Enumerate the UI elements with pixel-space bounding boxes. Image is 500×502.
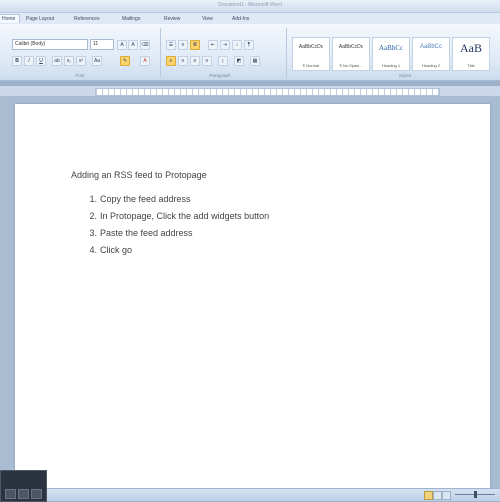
styles-group-label: Styles: [398, 73, 412, 78]
bold-button[interactable]: B: [12, 56, 22, 66]
font-color-button[interactable]: A: [140, 56, 150, 66]
style-heading-2[interactable]: AaBbCc Heading 2: [412, 37, 450, 71]
document-workspace: Adding an RSS feed to Protopage 1. Copy …: [0, 96, 500, 488]
taskbar-app-icon[interactable]: [5, 489, 16, 499]
document-page[interactable]: Adding an RSS feed to Protopage 1. Copy …: [15, 104, 490, 488]
increase-indent-button[interactable]: ⇥: [220, 40, 230, 50]
style-heading-1[interactable]: AaBbCc Heading 1: [372, 37, 410, 71]
bullets-button[interactable]: ☰: [166, 40, 176, 50]
list-number: 2.: [89, 211, 97, 221]
style-name: Title: [467, 63, 475, 68]
line-spacing-button[interactable]: ↨: [218, 56, 228, 66]
font-group-label: Font: [75, 73, 85, 78]
list-text: Click go: [100, 245, 133, 255]
style-title[interactable]: AaB Title: [452, 37, 490, 71]
title-bar: Document1 - Microsoft Word: [0, 0, 500, 13]
divider: [286, 28, 287, 78]
strikethrough-button[interactable]: ab: [52, 56, 62, 66]
highlight-color-button[interactable]: ✎: [120, 56, 130, 66]
style-name: Heading 1: [381, 63, 401, 68]
italic-button[interactable]: I: [24, 56, 34, 66]
decrease-indent-button[interactable]: ⇤: [208, 40, 218, 50]
style-name: Heading 2: [421, 63, 441, 68]
tab-add-ins[interactable]: Add-Ins: [228, 15, 253, 23]
tab-mailings[interactable]: Mailings: [118, 15, 144, 23]
style-sample: AaBbCcDc: [298, 44, 324, 50]
web-layout-view-icon[interactable]: [442, 491, 451, 500]
show-marks-button[interactable]: ¶: [244, 40, 254, 50]
ribbon: Calibri (Body) 11 A A ⌫ B I U ab x₂ x² A…: [0, 24, 500, 81]
status-bar: [0, 488, 500, 501]
print-layout-view-icon[interactable]: [424, 491, 433, 500]
superscript-button[interactable]: x²: [76, 56, 86, 66]
tab-references[interactable]: References: [70, 15, 104, 23]
style-no-spacing[interactable]: AaBbCcDc ¶ No Spaci...: [332, 37, 370, 71]
style-normal[interactable]: AaBbCcDc ¶ Normal: [292, 37, 330, 71]
clear-format-button[interactable]: ⌫: [140, 40, 150, 50]
sort-button[interactable]: ↕: [232, 40, 242, 50]
tab-home[interactable]: Home: [0, 14, 21, 23]
subscript-button[interactable]: x₂: [64, 56, 74, 66]
font-name-box[interactable]: Calibri (Body): [12, 39, 88, 50]
underline-button[interactable]: U: [36, 56, 46, 66]
list-text: In Protopage, Click the add widgets butt…: [100, 211, 270, 221]
list-number: 3.: [89, 228, 97, 238]
paragraph-group-label: Paragraph: [209, 73, 231, 78]
style-sample: AaB: [460, 41, 482, 55]
taskbar-thumbnail[interactable]: [0, 470, 47, 502]
numbering-button[interactable]: ≡: [178, 40, 188, 50]
list-number: 1.: [89, 194, 97, 204]
window-title: Document1 - Microsoft Word: [218, 2, 282, 8]
justify-button[interactable]: ≡: [202, 56, 212, 66]
style-name: ¶ No Spaci...: [339, 63, 363, 68]
font-size-box[interactable]: 11: [90, 39, 114, 50]
tab-review[interactable]: Review: [160, 15, 184, 23]
ruler-track: [95, 88, 440, 96]
list-text: Paste the feed address: [100, 228, 193, 238]
shading-button[interactable]: ◩: [234, 56, 244, 66]
borders-button[interactable]: ▦: [250, 56, 260, 66]
full-screen-view-icon[interactable]: [433, 491, 442, 500]
align-left-button[interactable]: ≡: [166, 56, 176, 66]
taskbar-app-icon[interactable]: [18, 489, 29, 499]
list-number: 4.: [89, 245, 97, 255]
align-center-button[interactable]: ≡: [178, 56, 188, 66]
tab-view[interactable]: View: [198, 15, 217, 23]
document-heading: Adding an RSS feed to Protopage: [71, 170, 207, 180]
ruler-ticks: [96, 89, 439, 95]
grow-font-button[interactable]: A: [117, 40, 127, 50]
multilevel-list-button[interactable]: ≣: [190, 40, 200, 50]
taskbar-app-icon[interactable]: [31, 489, 42, 499]
align-right-button[interactable]: ≡: [190, 56, 200, 66]
style-name: ¶ Normal: [302, 63, 320, 68]
style-sample: AaBbCcDc: [338, 44, 364, 50]
style-sample: AaBbCc: [378, 44, 404, 52]
zoom-slider-thumb[interactable]: [474, 491, 477, 498]
tab-page-layout[interactable]: Page Layout: [22, 15, 58, 23]
change-case-button[interactable]: Aa: [92, 56, 102, 66]
ribbon-tabs: Home Page Layout References Mailings Rev…: [0, 13, 500, 24]
divider: [160, 28, 161, 78]
horizontal-ruler[interactable]: [0, 86, 500, 96]
style-sample: AaBbCc: [419, 44, 442, 50]
list-text: Copy the feed address: [100, 194, 191, 204]
shrink-font-button[interactable]: A: [128, 40, 138, 50]
